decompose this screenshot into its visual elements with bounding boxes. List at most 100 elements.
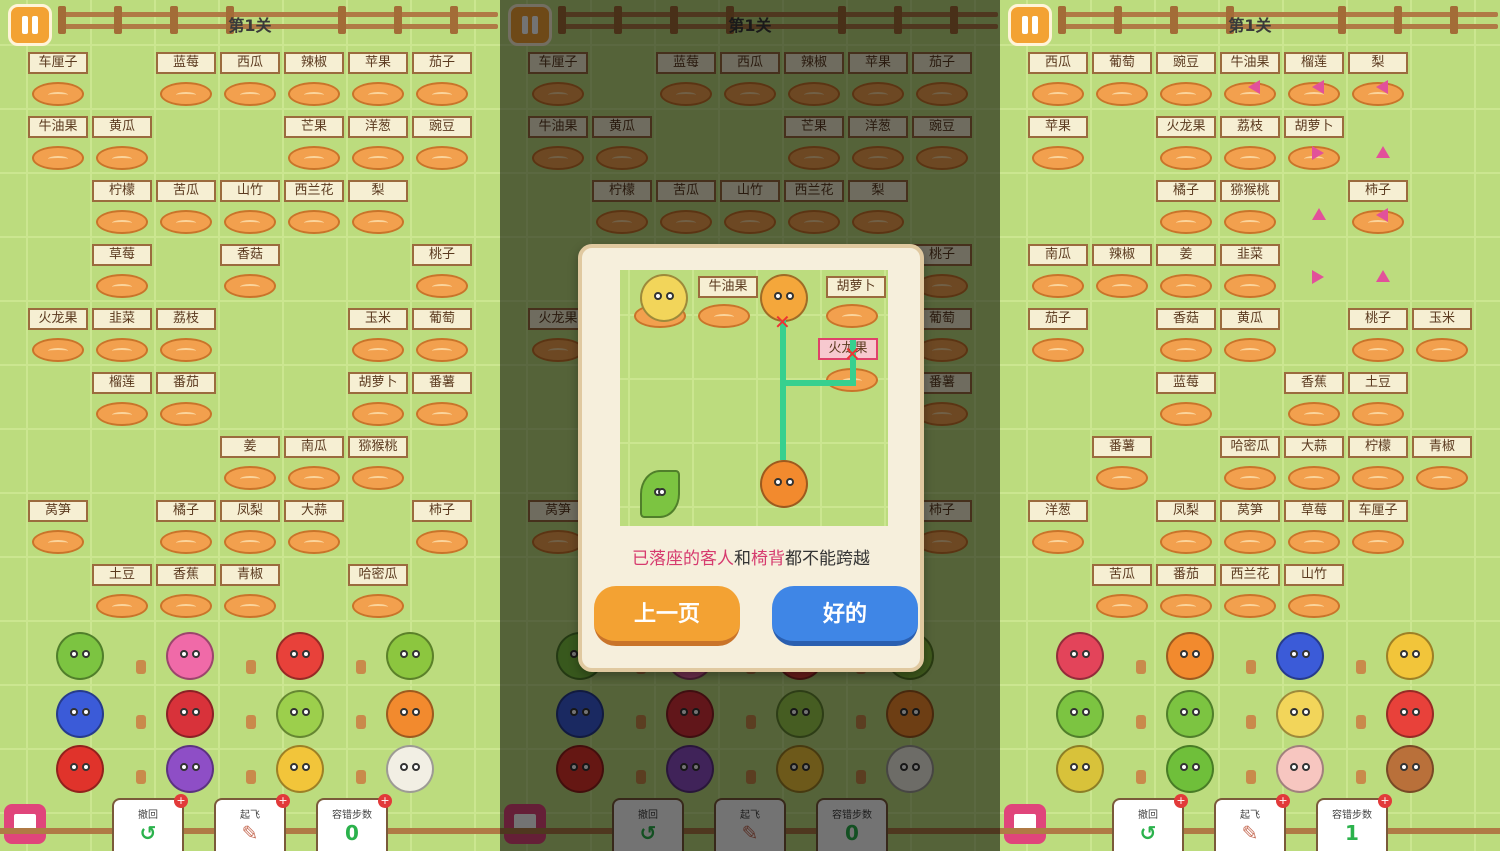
seat[interactable]: 芒果 (282, 116, 346, 180)
seat[interactable]: 莴笋 (26, 500, 90, 564)
seat[interactable]: 榴莲 (90, 372, 154, 436)
seat-cushion[interactable] (1160, 338, 1212, 362)
seat[interactable]: 豌豆 (410, 116, 474, 180)
seat[interactable]: 胡萝卜 (346, 372, 410, 436)
seat-cushion[interactable] (224, 466, 276, 490)
seat-cushion[interactable] (1224, 274, 1276, 298)
seat-cushion[interactable] (1224, 338, 1276, 362)
seat[interactable]: 车厘子 (26, 52, 90, 116)
seat-cushion[interactable] (1224, 530, 1276, 554)
seat-cushion[interactable] (416, 338, 468, 362)
seat-cushion[interactable] (288, 466, 340, 490)
seat[interactable]: 莴笋 (1218, 500, 1282, 564)
customer-character[interactable] (1386, 690, 1434, 738)
seat[interactable]: 茄子 (410, 52, 474, 116)
seat[interactable]: 辣椒 (282, 52, 346, 116)
seat[interactable]: 黄瓜 (90, 116, 154, 180)
seat[interactable]: 番茄 (154, 372, 218, 436)
seat[interactable]: 玉米 (1410, 308, 1474, 372)
seat-cushion[interactable] (1160, 402, 1212, 426)
seat-cushion[interactable] (1032, 338, 1084, 362)
customer-character[interactable] (56, 745, 104, 793)
seat-cushion[interactable] (1096, 594, 1148, 618)
seat[interactable]: 苦瓜 (154, 180, 218, 244)
seat[interactable]: 土豆 (90, 564, 154, 628)
seat[interactable]: 哈密瓜 (1218, 436, 1282, 500)
customer-character[interactable] (276, 745, 324, 793)
seat[interactable]: 猕猴桃 (346, 436, 410, 500)
seat-cushion[interactable] (1352, 530, 1404, 554)
seat[interactable]: 蓝莓 (1154, 372, 1218, 436)
seat-cushion[interactable] (1352, 466, 1404, 490)
seat[interactable]: 葡萄 (1090, 52, 1154, 116)
seat[interactable]: 青椒 (1410, 436, 1474, 500)
customer-character[interactable] (276, 690, 324, 738)
seat-cushion[interactable] (1160, 530, 1212, 554)
seat[interactable]: 番薯 (1090, 436, 1154, 500)
seat-cushion[interactable] (96, 594, 148, 618)
seat-cushion[interactable] (32, 338, 84, 362)
seat-cushion[interactable] (224, 274, 276, 298)
seat-cushion[interactable] (352, 210, 404, 234)
seat-cushion[interactable] (1224, 466, 1276, 490)
seat-cushion[interactable] (160, 402, 212, 426)
seat-cushion[interactable] (96, 402, 148, 426)
steps-plus-badge[interactable]: + (378, 794, 392, 808)
seat-cushion[interactable] (160, 82, 212, 106)
customer-character[interactable] (166, 690, 214, 738)
seat[interactable]: 玉米 (346, 308, 410, 372)
customer-character[interactable] (56, 690, 104, 738)
seat[interactable]: 草莓 (1282, 500, 1346, 564)
seat-cushion[interactable] (1288, 594, 1340, 618)
seat[interactable]: 凤梨 (1154, 500, 1218, 564)
customer-character[interactable] (56, 632, 104, 680)
customer-character[interactable] (1056, 632, 1104, 680)
customer-character[interactable] (1276, 632, 1324, 680)
seat[interactable]: 草莓 (90, 244, 154, 308)
seat-cushion[interactable] (96, 146, 148, 170)
fly-plus-badge[interactable]: + (1276, 794, 1290, 808)
seat-cushion[interactable] (1160, 594, 1212, 618)
seat[interactable]: 山竹 (218, 180, 282, 244)
seat-cushion[interactable] (352, 466, 404, 490)
seat[interactable]: 苹果 (1026, 116, 1090, 180)
seat-cushion[interactable] (160, 210, 212, 234)
seat[interactable]: 姜 (218, 436, 282, 500)
customer-character[interactable] (1056, 745, 1104, 793)
customer-character[interactable] (276, 632, 324, 680)
seat-cushion[interactable] (160, 338, 212, 362)
seat[interactable]: 蓝莓 (154, 52, 218, 116)
seat-cushion[interactable] (352, 82, 404, 106)
seat[interactable]: 猕猴桃 (1218, 180, 1282, 244)
ok-button[interactable]: 好的 (772, 586, 918, 646)
seat-cushion[interactable] (416, 146, 468, 170)
customer-character[interactable] (386, 690, 434, 738)
guide-book-button[interactable] (4, 804, 46, 844)
seat-cushion[interactable] (224, 82, 276, 106)
seat[interactable]: 番茄 (1154, 564, 1218, 628)
customer-character[interactable] (1276, 745, 1324, 793)
seat-cushion[interactable] (288, 210, 340, 234)
seat-cushion[interactable] (32, 530, 84, 554)
fly-plus-badge[interactable]: + (276, 794, 290, 808)
seat-cushion[interactable] (288, 82, 340, 106)
steps-plus-badge[interactable]: + (1378, 794, 1392, 808)
customer-character[interactable] (1166, 745, 1214, 793)
seat-cushion[interactable] (1416, 338, 1468, 362)
seat[interactable]: 苹果 (346, 52, 410, 116)
seat-cushion[interactable] (224, 530, 276, 554)
seat-cushion[interactable] (1160, 146, 1212, 170)
seat-cushion[interactable] (1224, 210, 1276, 234)
seat[interactable]: 洋葱 (1026, 500, 1090, 564)
seat[interactable]: 车厘子 (1346, 500, 1410, 564)
seat[interactable]: 火龙果 (26, 308, 90, 372)
seat[interactable]: 香蕉 (1282, 372, 1346, 436)
customer-character[interactable] (1276, 690, 1324, 738)
seat-cushion[interactable] (416, 82, 468, 106)
seat-cushion[interactable] (1096, 466, 1148, 490)
seat[interactable]: 荔枝 (1218, 116, 1282, 180)
seat[interactable]: 橘子 (154, 500, 218, 564)
seat-cushion[interactable] (160, 530, 212, 554)
seat[interactable]: 洋葱 (346, 116, 410, 180)
seat-cushion[interactable] (224, 210, 276, 234)
